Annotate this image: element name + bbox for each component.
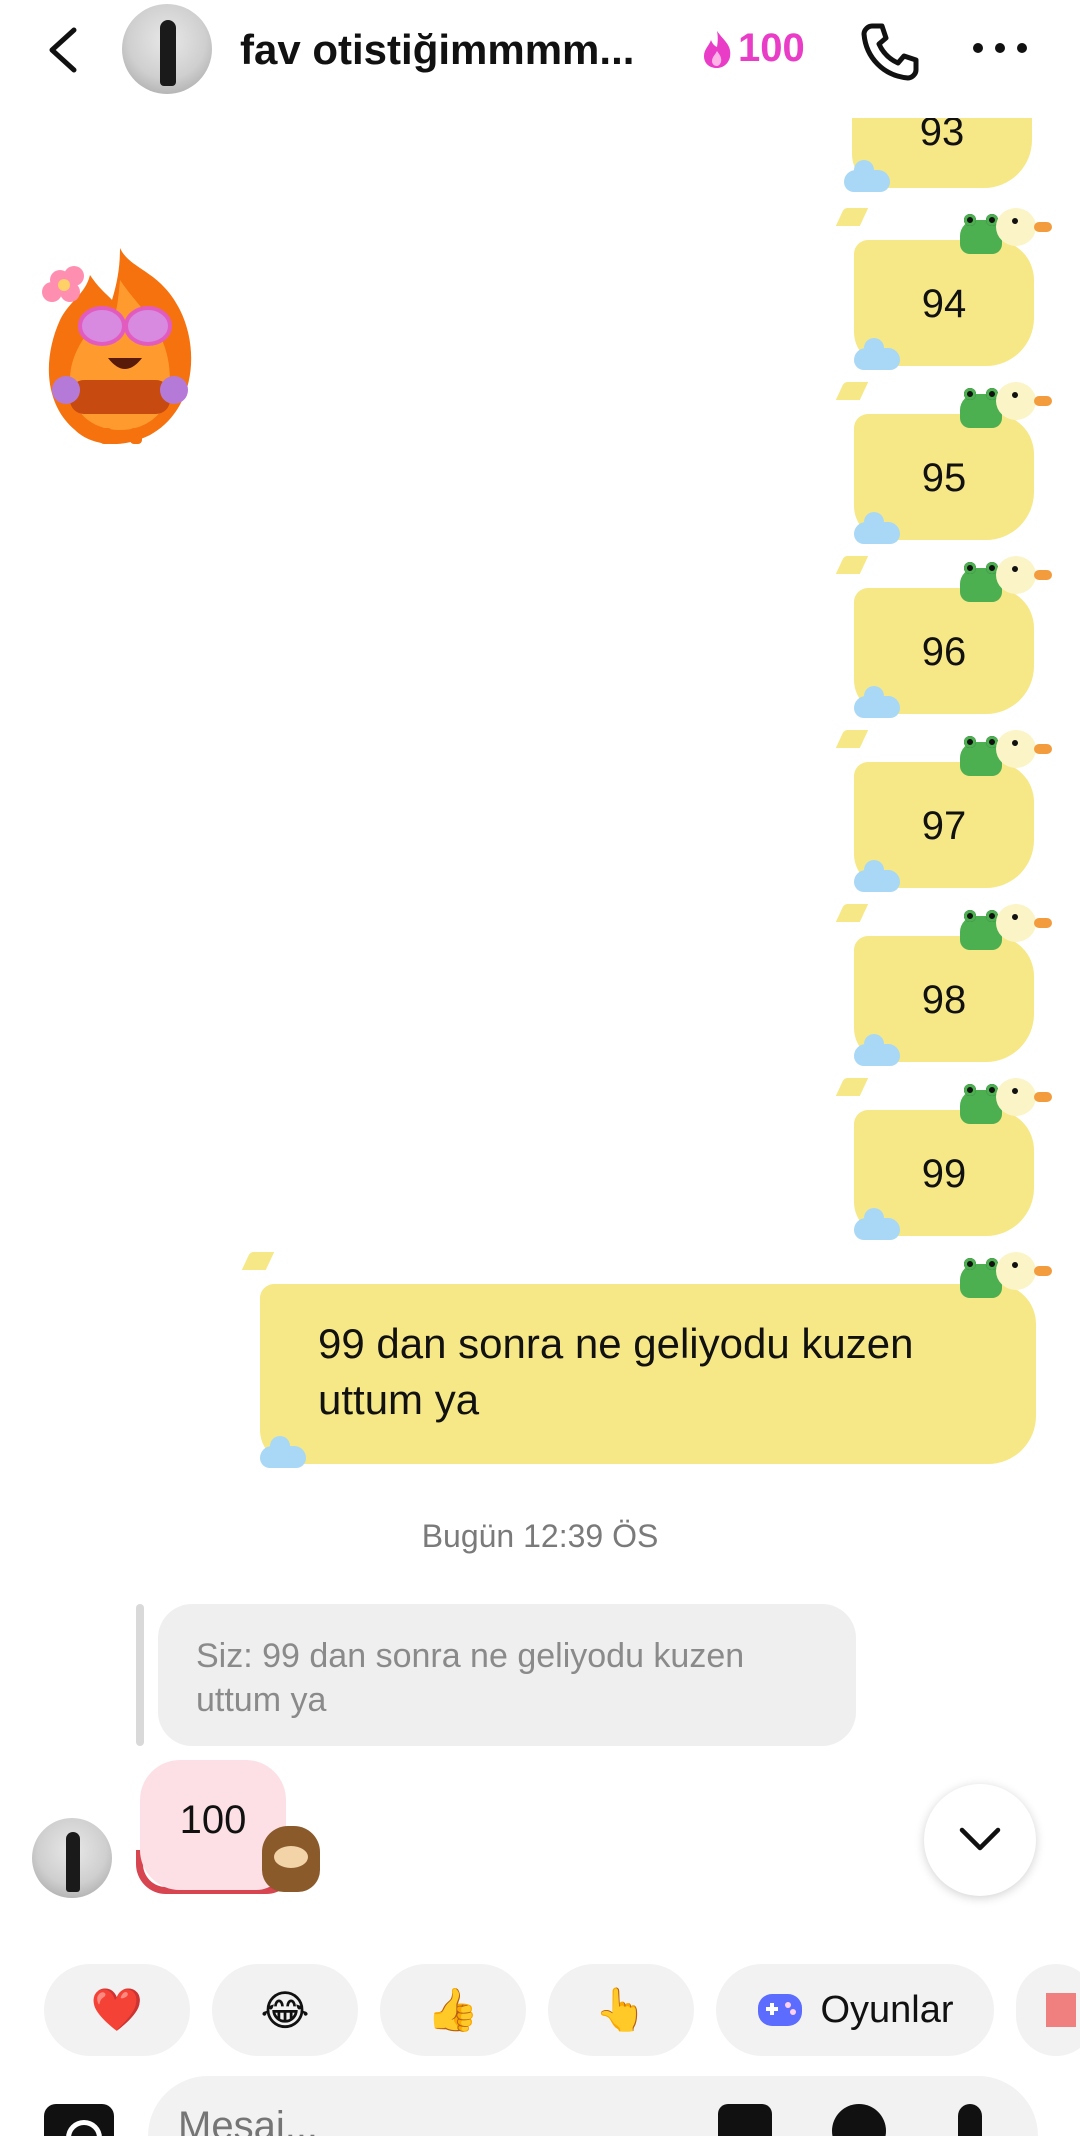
sticker-icon bbox=[1046, 1993, 1076, 2027]
message-input[interactable] bbox=[178, 2104, 678, 2136]
cloud-decoration bbox=[844, 160, 890, 192]
cloud-decoration bbox=[854, 512, 900, 544]
duck-head-decoration bbox=[996, 730, 1052, 768]
pointing-up-reaction-button[interactable]: 👆 bbox=[548, 1964, 694, 2056]
cloud-decoration bbox=[854, 338, 900, 370]
message-composer bbox=[148, 2076, 1038, 2136]
cloud-decoration bbox=[260, 1436, 306, 1468]
heart-reaction-button[interactable]: ❤️ bbox=[44, 1964, 190, 2056]
cloud-decoration bbox=[854, 860, 900, 892]
avatar[interactable] bbox=[122, 4, 212, 94]
phone-icon[interactable] bbox=[858, 20, 922, 84]
dog-decoration bbox=[262, 1826, 320, 1892]
cloud-decoration bbox=[854, 1034, 900, 1066]
timestamp: Bugün 12:39 ÖS bbox=[421, 1518, 659, 1554]
chevron-down-icon bbox=[959, 1827, 1001, 1851]
microphone-icon[interactable] bbox=[958, 2104, 982, 2136]
cloud-decoration bbox=[854, 686, 900, 718]
reply-quote[interactable]: Siz: 99 dan sonra ne geliyodu kuzen uttu… bbox=[158, 1604, 856, 1746]
duck-head-decoration bbox=[996, 208, 1052, 246]
chat-title[interactable]: fav otistiğimmmm... bbox=[240, 26, 660, 74]
message-bubble[interactable]: 99 bbox=[835, 1078, 1052, 1240]
quick-action-button[interactable] bbox=[1016, 1964, 1080, 2056]
message-text: 98 bbox=[921, 978, 967, 1022]
scroll-to-bottom-button[interactable] bbox=[924, 1784, 1036, 1896]
thumbs-up-reaction-button[interactable]: 👍 bbox=[380, 1964, 526, 2056]
message-bubble[interactable]: 95 bbox=[835, 382, 1052, 544]
message-text: 100 bbox=[179, 1798, 247, 1842]
duck-head-decoration bbox=[996, 904, 1052, 942]
message-text: 94 bbox=[921, 282, 967, 326]
sender-avatar[interactable] bbox=[32, 1818, 112, 1898]
message-text: 97 bbox=[921, 804, 967, 848]
duck-head-decoration bbox=[996, 556, 1052, 594]
reply-indicator-bar bbox=[136, 1604, 144, 1746]
message-bubble[interactable]: 97 bbox=[835, 730, 1052, 892]
message-bubble[interactable]: 98 bbox=[835, 904, 1052, 1066]
streak-badge[interactable]: 100 bbox=[700, 26, 805, 71]
gamepad-icon bbox=[758, 1994, 803, 2026]
message-text: 95 bbox=[921, 456, 967, 500]
camera-icon[interactable] bbox=[44, 2104, 114, 2136]
chat-header: fav otistiğimmmm... 100 bbox=[0, 0, 1080, 118]
games-label: Oyunlar bbox=[820, 1988, 954, 2031]
duck-head-decoration bbox=[996, 1078, 1052, 1116]
more-icon[interactable] bbox=[970, 28, 1030, 68]
message-text: 96 bbox=[921, 630, 967, 674]
fire-character-sticker[interactable] bbox=[30, 240, 210, 450]
duck-head-decoration bbox=[996, 382, 1052, 420]
back-icon[interactable] bbox=[40, 22, 90, 78]
gallery-icon[interactable] bbox=[718, 2104, 772, 2136]
games-button[interactable]: Oyunlar bbox=[716, 1964, 994, 2056]
quick-reactions-bar: ❤️ 😂 👍 👆 Oyunlar bbox=[44, 1964, 1080, 2056]
message-text: 99 dan sonra ne geliyodu kuzen uttum ya bbox=[318, 1320, 914, 1423]
fire-icon bbox=[704, 30, 731, 68]
laughing-reaction-button[interactable]: 😂 bbox=[212, 1964, 358, 2056]
streak-count: 100 bbox=[738, 26, 805, 70]
message-bubble[interactable]: 96 bbox=[835, 556, 1052, 718]
message-text: 99 bbox=[921, 1152, 967, 1196]
duck-head-decoration bbox=[996, 1252, 1052, 1290]
cloud-decoration bbox=[854, 1208, 900, 1240]
message-bubble[interactable]: 94 bbox=[835, 208, 1052, 370]
